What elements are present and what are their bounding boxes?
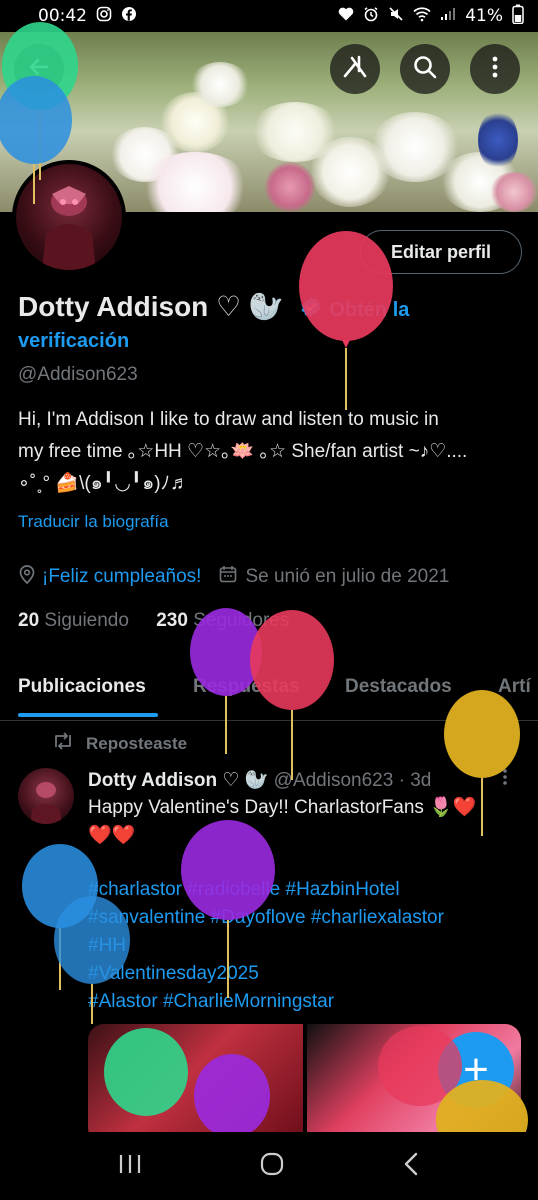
post-header: Dotty Addison ♡ 🦭 @Addison623 · 3d	[88, 768, 431, 792]
banner-flower	[265, 162, 315, 212]
hashtag-line[interactable]: #Valentinesday2025	[88, 960, 528, 988]
calendar-icon	[219, 565, 237, 589]
wifi-icon	[413, 6, 431, 27]
bio-line: ∘˚˳° 🍰\(๑╹◡╹๑)ﾉ♬	[18, 473, 190, 494]
recent-apps-icon[interactable]	[118, 1153, 142, 1180]
followers-count: 230	[156, 610, 188, 631]
profile-meta: ¡Feliz cumpleaños! Se unió en julio de 2…	[18, 564, 449, 590]
grok-button[interactable]	[330, 44, 380, 94]
instagram-icon	[96, 6, 112, 27]
following-count: 20	[18, 610, 40, 631]
banner-flower	[490, 172, 538, 212]
birthday-link[interactable]: ¡Feliz cumpleaños!	[42, 566, 201, 588]
battery-icon	[512, 4, 524, 29]
post-time[interactable]: · 3d	[399, 770, 432, 791]
android-nav-bar	[0, 1132, 538, 1200]
profile-name-line: Dotty Addison ♡ 🦭 Obtén la	[18, 286, 528, 331]
heart-icon	[338, 6, 354, 26]
active-tab-indicator	[18, 713, 158, 717]
more-vertical-icon	[502, 769, 508, 791]
tab-replies[interactable]: Respuestas	[193, 676, 300, 698]
home-icon[interactable]	[259, 1151, 285, 1182]
compose-fab-button[interactable]: +	[438, 1032, 514, 1108]
post-more-button[interactable]	[502, 768, 508, 792]
translate-bio-link[interactable]: Traducir la biografía	[18, 512, 169, 532]
battery-percent: 41%	[465, 6, 503, 26]
profile-bio: Hi, I'm Addison I like to draw and liste…	[18, 404, 523, 500]
followers-label: Seguidores	[193, 610, 290, 631]
post-author-avatar[interactable]	[18, 768, 74, 824]
followers-link[interactable]: 230 Seguidores	[156, 610, 289, 631]
hashtag-line[interactable]: #sanvalentine #Dayoflove #charliexalasto…	[88, 904, 528, 932]
facebook-icon	[121, 6, 137, 27]
hashtag-line[interactable]: #Alastor #CharlieMorningstar	[88, 988, 528, 1016]
post-hashtags: #charlastor #radiobelle #HazbinHotel #sa…	[88, 876, 528, 1016]
tab-articles[interactable]: Artí	[498, 676, 531, 698]
profile-avatar[interactable]	[12, 160, 126, 274]
profile-name: Dotty Addison ♡ 🦭	[18, 291, 284, 322]
signal-icon	[440, 6, 456, 26]
avatar-art	[42, 186, 96, 270]
repost-label: Reposteaste	[86, 733, 188, 753]
location-pin-icon	[18, 564, 36, 590]
bio-line: Hi, I'm Addison I like to draw and liste…	[18, 409, 439, 430]
tab-posts[interactable]: Publicaciones	[18, 676, 146, 698]
status-bar: 00:42 41%	[0, 0, 538, 32]
get-verified-link-cont[interactable]: verificación	[18, 330, 129, 353]
balloon-blue	[22, 844, 98, 990]
tab-highlights[interactable]: Destacados	[345, 676, 452, 698]
verified-badge-icon[interactable]	[300, 288, 322, 330]
following-link[interactable]: 20 Siguiendo	[18, 610, 129, 631]
following-label: Siguiendo	[44, 610, 129, 631]
get-verified-link[interactable]: Obtén la	[329, 299, 409, 321]
post-author-name[interactable]: Dotty Addison ♡ 🦭	[88, 770, 268, 791]
arrow-left-icon	[27, 55, 51, 84]
status-time: 00:42	[38, 6, 87, 26]
repost-icon	[52, 732, 74, 755]
alarm-icon	[363, 6, 379, 27]
more-options-button[interactable]	[470, 44, 520, 94]
post-text: Happy Valentine's Day!! CharlastorFans 🌷…	[88, 794, 528, 850]
post-text-line: ❤️❤️	[88, 825, 136, 846]
repost-indicator: Reposteaste	[52, 732, 187, 755]
hashtag-line[interactable]: #charlastor #radiobelle #HazbinHotel	[88, 876, 528, 904]
more-vertical-icon	[491, 55, 499, 84]
post-avatar-art	[30, 782, 62, 824]
mute-icon	[388, 6, 404, 27]
joined-date: Se unió en julio de 2021	[245, 566, 450, 587]
back-button[interactable]	[14, 44, 64, 94]
edit-profile-button[interactable]: Editar perfil	[360, 230, 522, 274]
search-icon	[412, 54, 438, 85]
search-button[interactable]	[400, 44, 450, 94]
nav-back-icon[interactable]	[402, 1152, 420, 1181]
follow-stats: 20 Siguiendo 230 Seguidores	[18, 610, 289, 632]
bio-line: my free time ｡☆HH ♡☆｡🪷 ｡☆ She/fan artist…	[18, 441, 468, 462]
banner-flower	[140, 152, 250, 212]
banner-flower	[190, 62, 250, 107]
grok-icon	[342, 54, 368, 85]
post-image-1[interactable]	[88, 1024, 303, 1144]
banner-flower	[478, 110, 518, 170]
hashtag-line[interactable]: #HH	[88, 932, 528, 960]
profile-handle: @Addison623	[18, 364, 138, 385]
post-text-line: Happy Valentine's Day!! CharlastorFans 🌷…	[88, 797, 477, 818]
post-author-handle[interactable]: @Addison623	[274, 770, 394, 791]
